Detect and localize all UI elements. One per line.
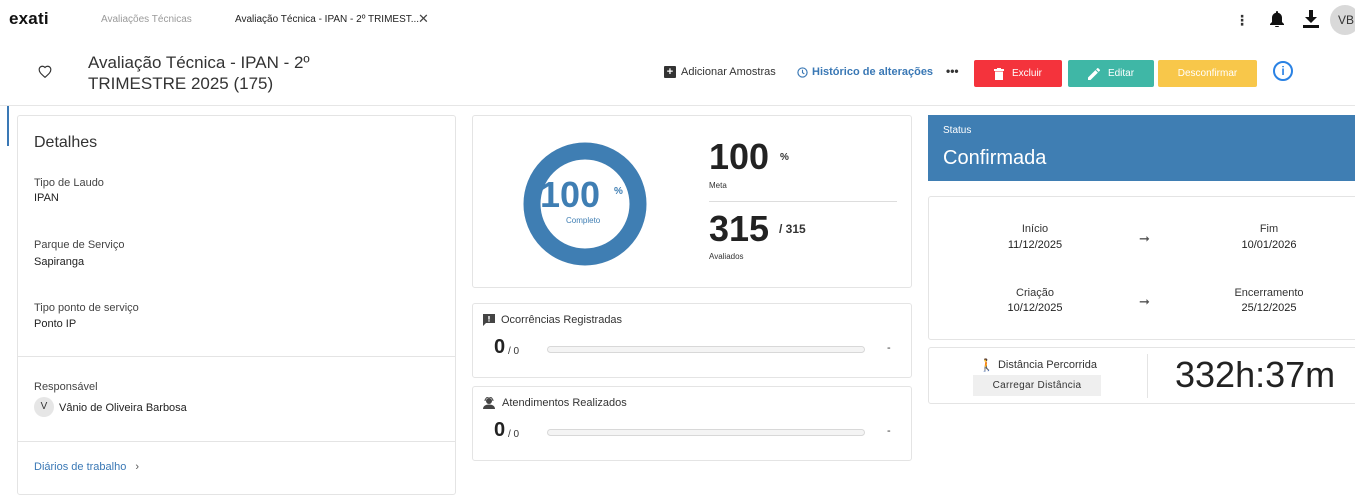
attendances-total: / 0 [508, 429, 520, 440]
closing-label: Encerramento [1234, 287, 1304, 299]
trash-icon [993, 67, 1004, 80]
edit-button[interactable]: Editar [1068, 60, 1154, 87]
bell-icon[interactable] [1270, 11, 1284, 32]
top-bar: exati Avaliações Técnicas Avaliação Técn… [0, 0, 1355, 40]
divider [1147, 354, 1148, 398]
attendances-value: 0 [494, 419, 506, 441]
plus-box-icon: + [664, 66, 676, 78]
occurrences-total: / 0 [508, 346, 520, 357]
field-label-parque-servico: Parque de Serviço [34, 239, 125, 251]
report-icon [483, 314, 495, 326]
walking-person-icon: 🚶 [979, 358, 994, 372]
responsible-avatar: V [34, 397, 54, 417]
start-label: Início [1021, 223, 1049, 235]
created-value: 10/12/2025 [1007, 302, 1063, 314]
add-samples-label: Adicionar Amostras [681, 66, 776, 78]
tab-avaliacoes-tecnicas[interactable]: Avaliações Técnicas [101, 14, 192, 25]
favorite-heart-icon[interactable] [38, 65, 52, 83]
active-indicator [7, 106, 9, 146]
history-label: Histórico de alterações [812, 66, 934, 78]
status-label: Status [943, 125, 972, 136]
support-agent-icon [483, 397, 495, 409]
page-title: Avaliação Técnica - IPAN - 2º TRIMESTRE … [88, 53, 310, 93]
end-label: Fim [1259, 223, 1279, 235]
delete-button[interactable]: Excluir [974, 60, 1062, 87]
occurrences-progress-bar [547, 346, 865, 353]
meta-label: Meta [709, 181, 727, 190]
divider [18, 441, 455, 442]
progress-card: 100 % Completo 100 % Meta 315 / 315 Aval… [472, 115, 912, 288]
field-value-parque-servico: Sapiranga [34, 256, 85, 268]
occurrences-value: 0 [494, 336, 506, 358]
download-icon[interactable] [1303, 10, 1319, 33]
closing-value: 25/12/2025 [1241, 302, 1297, 314]
history-button[interactable]: Histórico de alterações [797, 66, 933, 78]
end-value: 10/01/2026 [1241, 239, 1297, 251]
app-logo[interactable]: exati [9, 9, 49, 29]
distance-time: 332h:37m [1175, 354, 1336, 395]
more-actions-button[interactable]: ••• [946, 64, 959, 78]
work-logs-link[interactable]: Diários de trabalho › [34, 461, 139, 473]
edit-label: Editar [1107, 68, 1135, 79]
evaluated-total: / 315 [779, 222, 806, 236]
pencil-icon [1087, 67, 1100, 80]
details-heading: Detalhes [34, 134, 98, 151]
field-value-tipo-ponto: Ponto IP [34, 318, 77, 330]
clock-icon [797, 66, 808, 78]
info-icon[interactable]: i [1273, 61, 1293, 81]
evaluated-value: 315 [709, 208, 770, 249]
occurrences-card: Ocorrências Registradas 0 / 0 - [472, 303, 912, 378]
unconfirm-label: Desconfirmar [1177, 68, 1238, 79]
attendances-card: Atendimentos Realizados 0 / 0 - [472, 386, 912, 461]
donut-value: 100 [540, 174, 601, 215]
unconfirm-button[interactable]: Desconfirmar [1158, 60, 1257, 87]
start-value: 11/12/2025 [1007, 239, 1063, 251]
status-card: Status Confirmada [928, 115, 1355, 181]
responsible-label: Responsável [34, 381, 98, 393]
occurrences-status: - [887, 342, 891, 354]
distance-title: Distância Percorrida [997, 359, 1097, 371]
dates-card: Início 11/12/2025 ➞ Fim 10/01/2026 Criaç… [928, 196, 1355, 340]
progress-divider [709, 201, 897, 202]
evaluated-label: Avaliados [709, 252, 744, 261]
field-label-tipo-ponto: Tipo ponto de serviço [34, 302, 139, 314]
attendances-progress-bar [547, 429, 865, 436]
tab-close-icon[interactable]: ✕ [418, 11, 429, 27]
chevron-right-icon: › [135, 461, 140, 473]
more-vert-icon[interactable]: ⋮ [1235, 12, 1249, 29]
work-logs-label: Diários de trabalho [34, 461, 127, 473]
distance-title-row: 🚶 Distância Percorrida [979, 358, 1097, 372]
add-samples-button[interactable]: + Adicionar Amostras [664, 66, 776, 78]
load-distance-button[interactable]: Carregar Distância [973, 375, 1101, 396]
donut-label: Completo [566, 216, 601, 225]
divider [18, 356, 455, 357]
tab-avaliacao-tecnica-ipan[interactable]: Avaliação Técnica - IPAN - 2º TRIMEST... [235, 14, 419, 25]
details-card: Detalhes Tipo de Laudo IPAN Parque de Se… [17, 115, 456, 495]
field-label-tipo-laudo: Tipo de Laudo [34, 177, 104, 189]
attendances-title-row: Atendimentos Realizados [483, 397, 627, 409]
occurrences-title: Ocorrências Registradas [501, 314, 623, 326]
attendances-status: - [887, 425, 891, 437]
created-label: Criação [1016, 287, 1054, 299]
donut-unit: % [614, 186, 623, 197]
page-header: Avaliação Técnica - IPAN - 2º TRIMESTRE … [0, 40, 1355, 106]
meta-unit: % [780, 152, 789, 163]
arrow-right-icon: ➞ [1139, 294, 1150, 309]
status-value: Confirmada [943, 147, 1047, 169]
user-avatar[interactable]: VB [1330, 5, 1355, 35]
distance-card: 🚶 Distância Percorrida Carregar Distânci… [928, 347, 1355, 404]
meta-value: 100 [709, 136, 770, 177]
field-value-tipo-laudo: IPAN [34, 192, 59, 204]
arrow-right-icon: ➞ [1139, 231, 1150, 246]
occurrences-title-row: Ocorrências Registradas [483, 314, 622, 326]
responsible-name: Vânio de Oliveira Barbosa [59, 402, 187, 414]
attendances-title: Atendimentos Realizados [502, 397, 627, 409]
delete-label: Excluir [1011, 68, 1042, 79]
